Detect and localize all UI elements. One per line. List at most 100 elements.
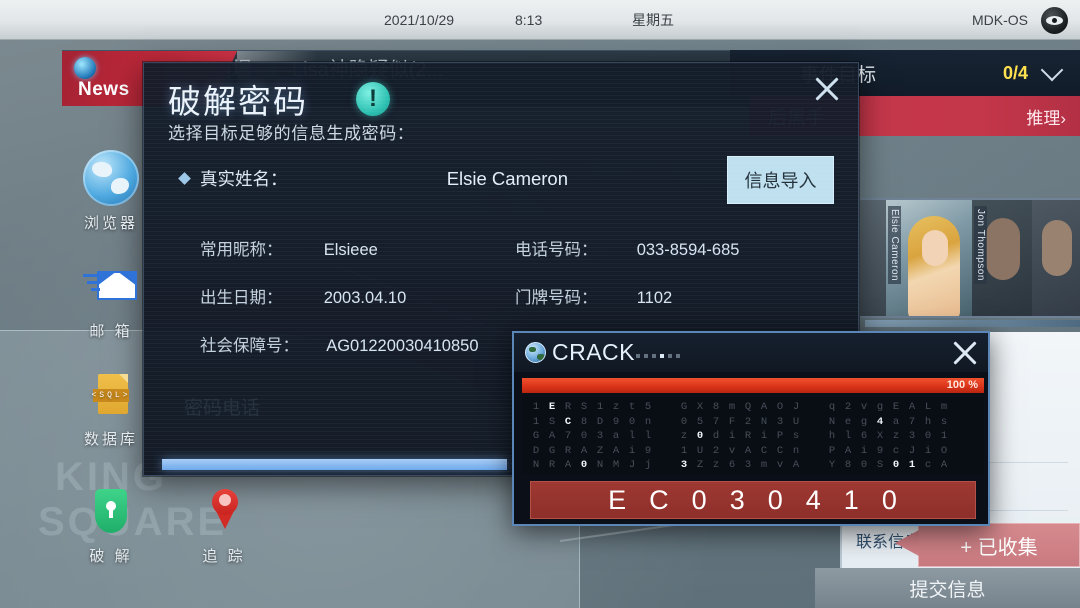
password-char: 1 — [843, 484, 860, 515]
mission-row-action[interactable]: 推理› — [1026, 104, 1066, 129]
character-portrait-jon[interactable]: Jon Thompson — [972, 200, 1032, 316]
sidebar-item-browser[interactable]: 浏览器 — [65, 150, 157, 233]
matrix-cell: 0 — [680, 415, 688, 428]
status-bar: 2021/10/29 8:13 星期五 MDK-OS — [0, 0, 1080, 40]
character-portrait[interactable] — [1032, 200, 1080, 316]
field-door-number[interactable]: 门牌号码： 1102 — [515, 284, 672, 308]
status-weekday: 星期五 — [632, 11, 674, 28]
matrix-cell: 6 — [728, 459, 736, 472]
matrix-cell: G — [548, 444, 556, 457]
matrix-cell: D — [596, 415, 604, 428]
field-value: 033-8594-685 — [636, 241, 740, 259]
matrix-cell: e — [844, 415, 852, 428]
matrix-cell: U — [696, 444, 704, 457]
matrix-cell: 3 — [596, 430, 604, 443]
matrix-cell: X — [696, 401, 704, 414]
pointer-arrow-icon — [895, 530, 919, 556]
field-birthdate[interactable]: 出生日期： 2003.04.10 — [200, 284, 406, 308]
matrix-cell: O — [940, 444, 948, 457]
field-label: 社会保障号： — [200, 337, 299, 355]
field-label: 出生日期： — [200, 289, 283, 307]
matrix-cell: G — [680, 401, 688, 414]
field-label: 电话号码： — [515, 241, 598, 259]
field-label: 常用昵称： — [200, 241, 283, 259]
matrix-cell: 1 — [940, 430, 948, 443]
matrix-cell: a — [612, 430, 620, 443]
matrix-cell: 0 — [580, 459, 588, 472]
crack-window-title: CRACK — [552, 339, 636, 365]
mission-counter: 0/4 — [1002, 62, 1028, 83]
matrix-row: DGRAZAi91U2vACCnPAi9cJiO — [528, 444, 978, 459]
character-portrait[interactable] — [860, 200, 886, 316]
matrix-cell: G — [532, 430, 540, 443]
matrix-cell: L — [924, 401, 932, 414]
matrix-cell: X — [876, 430, 884, 443]
close-icon[interactable] — [948, 336, 982, 370]
matrix-cell: E — [892, 401, 900, 414]
matrix-cell: z — [680, 430, 688, 443]
character-matrix: 1ERS1zt5GX8mQAOJq2vgEALm1SC8D90n057F2N3U… — [522, 397, 984, 474]
globe-icon — [525, 342, 546, 363]
matrix-cell: A — [580, 444, 588, 457]
matrix-cell: 1 — [596, 401, 604, 414]
field-value: 1102 — [636, 289, 673, 307]
matrix-cell: F — [728, 415, 736, 428]
matrix-cell: 7 — [908, 415, 916, 428]
matrix-row: 1ERS1zt5GX8mQAOJq2vgEALm — [528, 400, 978, 415]
crack-progress-label: 100 % — [946, 379, 978, 391]
submit-info-button[interactable]: 提交信息 — [815, 568, 1080, 608]
matrix-cell: 9 — [876, 444, 884, 457]
matrix-cell: 7 — [564, 430, 572, 443]
password-char: 4 — [805, 484, 822, 515]
matrix-cell: Z — [596, 444, 604, 457]
field-phone[interactable]: 电话号码： 033-8594-685 — [515, 236, 739, 260]
close-icon[interactable] — [810, 72, 844, 106]
matrix-cell: R — [548, 459, 556, 472]
sidebar-item-label: 破 解 — [89, 548, 133, 565]
matrix-cell: i — [628, 444, 636, 457]
character-strip[interactable]: Elsie Cameron Jon Thompson — [860, 198, 1080, 318]
field-label: 门牌号码： — [515, 289, 598, 307]
sidebar-item-mail[interactable]: 邮 箱 — [65, 258, 157, 341]
news-globe-icon — [74, 57, 96, 79]
mail-icon — [83, 258, 139, 314]
loading-dots-icon — [636, 354, 680, 358]
password-char: 0 — [881, 484, 898, 515]
matrix-cell: a — [892, 415, 900, 428]
import-info-button[interactable]: 信息导入 — [727, 156, 834, 204]
database-icon-tag: <SQL> — [91, 389, 131, 402]
matrix-cell: z — [612, 401, 620, 414]
character-strip-scrollbar[interactable] — [865, 320, 1080, 327]
matrix-cell: s — [940, 415, 948, 428]
matrix-cell: A — [940, 459, 948, 472]
submit-info-label: 提交信息 — [909, 579, 986, 601]
field-ssn[interactable]: 社会保障号： AG01220030410850 — [200, 332, 479, 356]
crack-window-titlebar: CRACK — [514, 333, 988, 372]
field-real-name[interactable]: 真实姓名： Elsie Cameron — [200, 166, 568, 191]
matrix-cell: l — [844, 430, 852, 443]
sidebar-item-database[interactable]: <SQL> 数据库 — [65, 366, 157, 449]
matrix-cell: m — [728, 401, 736, 414]
matrix-cell: i — [860, 444, 868, 457]
matrix-cell: v — [728, 444, 736, 457]
collected-button[interactable]: + 已收集 — [895, 523, 1080, 567]
shield-lock-icon — [83, 483, 139, 539]
password-char: E — [608, 484, 628, 515]
chevron-down-icon[interactable] — [1040, 58, 1064, 82]
matrix-cell: A — [908, 401, 916, 414]
sidebar-item-crack[interactable]: 破 解 — [65, 483, 157, 566]
password-char: 0 — [767, 484, 784, 515]
matrix-cell: 0 — [628, 415, 636, 428]
character-portrait-elsie[interactable]: Elsie Cameron — [886, 200, 972, 316]
field-nickname[interactable]: 常用昵称： Elsieee — [200, 236, 378, 260]
matrix-cell: m — [760, 459, 768, 472]
matrix-cell: P — [776, 430, 784, 443]
browser-icon — [83, 150, 139, 206]
matrix-cell: s — [792, 430, 800, 443]
sidebar-item-track[interactable]: 追 踪 — [178, 483, 270, 566]
matrix-cell: c — [924, 459, 932, 472]
field-value: AG01220030410850 — [326, 337, 479, 355]
matrix-cell: i — [760, 430, 768, 443]
alert-icon[interactable]: ! — [356, 82, 390, 116]
map-pin-icon — [196, 483, 252, 539]
